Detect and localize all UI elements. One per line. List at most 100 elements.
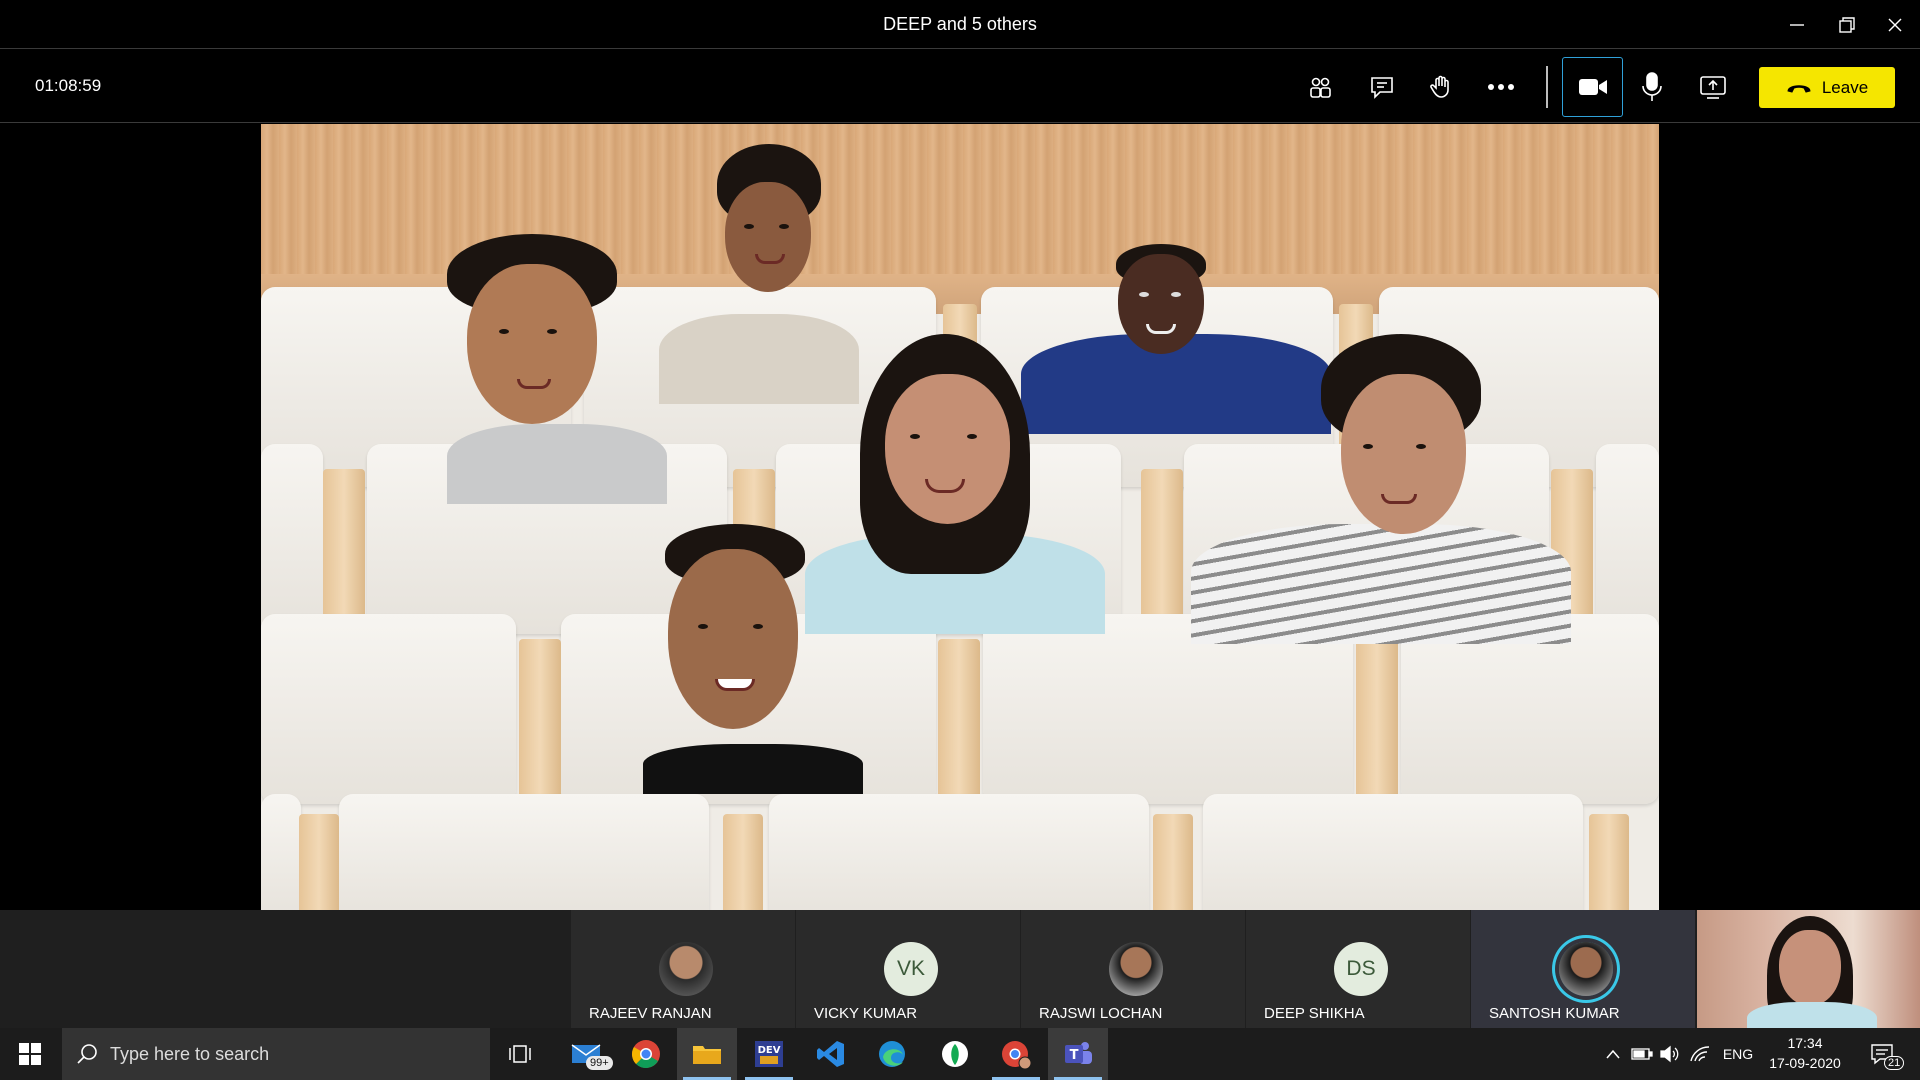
participant-tile[interactable]: RAJSWI LOCHAN: [1021, 910, 1245, 1028]
taskbar-search-box[interactable]: Type here to search: [62, 1028, 490, 1080]
window-title: DEEP and 5 others: [883, 14, 1037, 34]
svg-text:T: T: [1070, 1048, 1079, 1063]
toolbar-divider: [1546, 66, 1548, 108]
seat-armrest: [299, 814, 339, 910]
participant-tile[interactable]: RAJEEV RANJAN: [571, 910, 795, 1028]
seat-armrest: [1589, 814, 1629, 910]
window-title-bar: DEEP and 5 others: [0, 0, 1920, 49]
task-view-icon: [509, 1045, 531, 1063]
close-button[interactable]: [1870, 0, 1920, 49]
search-icon: [77, 1044, 97, 1064]
file-explorer-app-button[interactable]: [677, 1028, 737, 1080]
action-center-button[interactable]: [1862, 1028, 1902, 1080]
leave-call-button[interactable]: Leave: [1759, 67, 1895, 108]
participant-name: RAJEEV RANJAN: [589, 1005, 712, 1022]
auditorium-seat: [1203, 794, 1583, 910]
mongodb-compass-icon: [942, 1041, 968, 1067]
task-view-button[interactable]: [490, 1028, 550, 1080]
chrome-icon: [632, 1040, 660, 1069]
seat-armrest: [938, 639, 980, 809]
meeting-toolbar: 01:08:59 Leave: [0, 50, 1920, 123]
start-button[interactable]: [0, 1028, 60, 1080]
chrome-profile-app-button[interactable]: [986, 1028, 1046, 1080]
minimize-button[interactable]: [1772, 0, 1822, 49]
file-explorer-icon: [693, 1046, 721, 1064]
clock-time: 17:34: [1787, 1035, 1823, 1051]
participant-video: [447, 234, 667, 504]
mail-unread-badge: 99+: [586, 1056, 613, 1070]
participant-name: VICKY KUMAR: [814, 1005, 918, 1022]
battery-icon: [1631, 1048, 1653, 1060]
input-language-button[interactable]: ENG: [1718, 1028, 1758, 1080]
battery-button[interactable]: [1628, 1028, 1656, 1080]
chat-icon: [1371, 77, 1393, 99]
participant-name: SANTOSH KUMAR: [1489, 1005, 1620, 1022]
auditorium-seat: [1596, 444, 1659, 634]
windows-logo-icon: [19, 1043, 41, 1065]
show-hidden-icons-button[interactable]: [1600, 1028, 1626, 1080]
chevron-up-icon: [1606, 1049, 1620, 1059]
wifi-icon: [1690, 1046, 1710, 1062]
volume-button[interactable]: [1656, 1028, 1684, 1080]
dev-cpp-icon: DEV: [755, 1041, 783, 1067]
notification-count-badge: 21: [1884, 1056, 1905, 1070]
vscode-app-button[interactable]: [801, 1028, 861, 1080]
leave-label: Leave: [1821, 77, 1869, 97]
search-placeholder: Type here to search: [110, 1043, 270, 1064]
participants-icon: [1310, 77, 1331, 98]
microphone-toggle-button[interactable]: [1627, 62, 1677, 112]
participant-tile[interactable]: VK VICKY KUMAR: [796, 910, 1020, 1028]
participant-tile[interactable]: DS DEEP SHIKHA: [1246, 910, 1470, 1028]
restore-button[interactable]: [1822, 0, 1872, 49]
show-participants-button[interactable]: [1295, 62, 1345, 112]
close-icon: [1888, 18, 1902, 31]
seat-armrest: [1356, 639, 1398, 809]
auditorium-seat: [769, 794, 1149, 910]
dev-cpp-app-button[interactable]: DEV: [739, 1028, 799, 1080]
windows-taskbar: Type here to search 99+ DEV T ENG 17:34 …: [0, 1028, 1920, 1080]
camera-icon: [1578, 79, 1607, 95]
show-conversation-button[interactable]: [1357, 62, 1407, 112]
taskbar-clock[interactable]: 17:34 17-09-2020: [1760, 1033, 1850, 1073]
camera-toggle-button[interactable]: [1562, 57, 1623, 117]
mongodb-compass-app-button[interactable]: [925, 1028, 985, 1080]
auditorium-seat: [339, 794, 709, 910]
participant-avatar: DS: [1334, 942, 1388, 996]
teams-app-button[interactable]: T: [1048, 1028, 1108, 1080]
seat-armrest: [723, 814, 763, 910]
share-screen-icon: [1700, 76, 1726, 99]
raise-hand-button[interactable]: [1416, 62, 1466, 112]
chrome-profile-icon: [1002, 1041, 1032, 1069]
edge-icon: [879, 1041, 905, 1067]
more-actions-button[interactable]: [1476, 62, 1526, 112]
self-video-preview[interactable]: [1697, 910, 1920, 1028]
participant-avatar: [659, 942, 713, 996]
seat-armrest: [519, 639, 561, 809]
hang-up-icon: [1787, 84, 1811, 93]
mail-app-button[interactable]: 99+: [556, 1028, 616, 1080]
share-screen-button[interactable]: [1688, 62, 1738, 112]
chrome-app-button[interactable]: [616, 1028, 676, 1080]
together-mode-scene: [261, 124, 1659, 910]
seat-armrest: [1153, 814, 1193, 910]
speaker-icon: [1660, 1045, 1679, 1063]
teams-icon: T: [1065, 1042, 1092, 1064]
participant-strip: RAJEEV RANJAN VK VICKY KUMAR RAJSWI LOCH…: [0, 910, 1920, 1028]
svg-text:DEV: DEV: [758, 1045, 781, 1056]
raise-hand-icon: [1430, 75, 1449, 98]
edge-app-button[interactable]: [862, 1028, 922, 1080]
network-button[interactable]: [1686, 1028, 1714, 1080]
participant-name: DEEP SHIKHA: [1264, 1005, 1365, 1022]
auditorium-seat: [261, 614, 516, 804]
participant-video: [1191, 334, 1571, 644]
minimize-icon: [1790, 23, 1804, 26]
restore-icon: [1839, 16, 1855, 33]
participant-video: [643, 524, 863, 794]
clock-date: 17-09-2020: [1769, 1055, 1841, 1071]
participant-avatar: [1109, 942, 1163, 996]
participant-tile[interactable]: SANTOSH KUMAR: [1471, 910, 1695, 1028]
auditorium-seat: [261, 794, 301, 910]
more-options-icon: [1488, 84, 1514, 90]
participant-avatar-speaking: [1559, 942, 1613, 996]
meeting-timer: 01:08:59: [35, 76, 102, 95]
